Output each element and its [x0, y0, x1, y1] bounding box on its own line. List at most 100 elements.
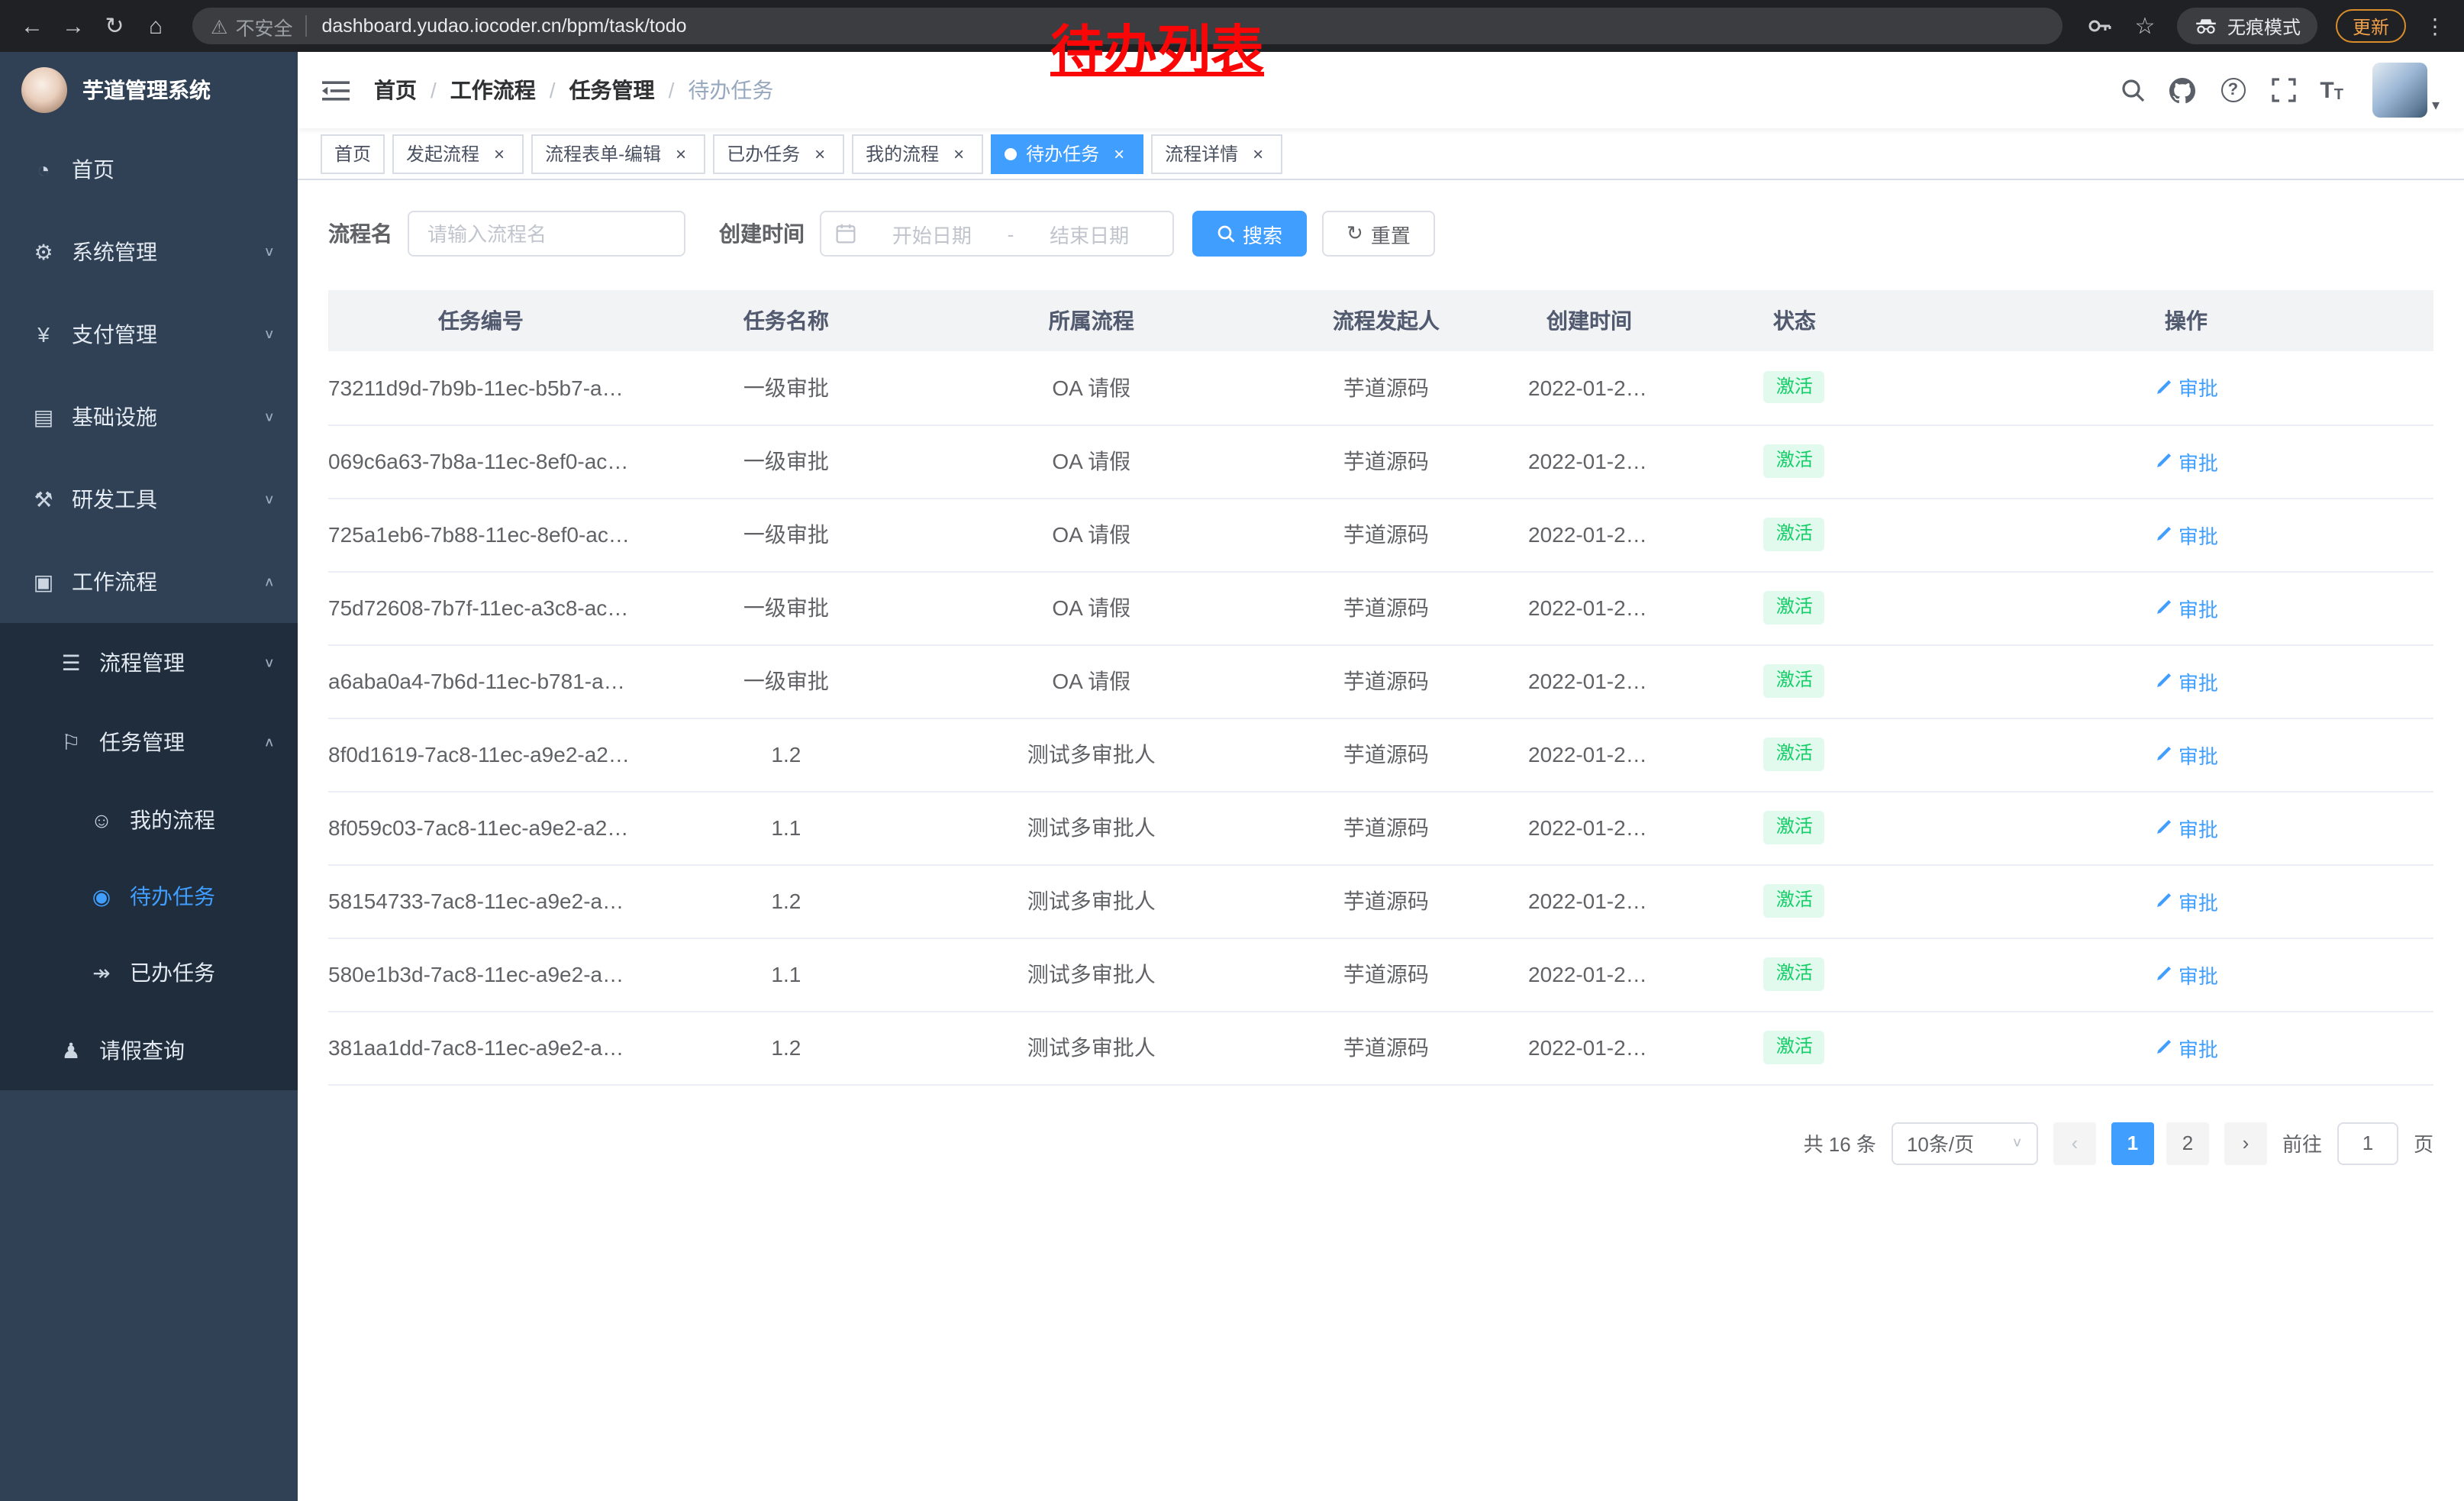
- breadcrumb-item[interactable]: 任务管理: [569, 75, 655, 105]
- browser-back-icon[interactable]: ←: [18, 13, 46, 39]
- sidebar-menu-item[interactable]: ☰ 流程管理 ∨: [0, 623, 298, 702]
- cell-process: 测试多审批人: [939, 1011, 1244, 1084]
- sidebar-menu-item[interactable]: ▣ 工作流程 ∧: [0, 541, 298, 623]
- edit-icon: [2154, 672, 2172, 690]
- tab-close-icon[interactable]: ×: [1108, 143, 1130, 164]
- sidebar-logo[interactable]: 芋道管理系统: [0, 52, 298, 128]
- browser-reload-icon[interactable]: ↻: [101, 12, 128, 40]
- key-icon[interactable]: [2085, 12, 2113, 40]
- prev-page-button[interactable]: ‹: [2053, 1122, 2096, 1164]
- table-header-cell: 创建时间: [1528, 290, 1650, 351]
- approve-link[interactable]: 审批: [2154, 813, 2218, 842]
- sidebar-menu-item[interactable]: ☺ 我的流程: [0, 782, 298, 858]
- help-icon[interactable]: ?: [2219, 76, 2246, 104]
- approve-link[interactable]: 审批: [2154, 1033, 2218, 1062]
- sidebar-menu-item[interactable]: ⚐ 任务管理 ∧: [0, 702, 298, 782]
- browser-menu-icon[interactable]: ⋮: [2424, 13, 2446, 39]
- approve-link[interactable]: 审批: [2154, 373, 2218, 402]
- pagination: 共 16 条 10条/页 ∨ ‹ 12 › 前往 页: [328, 1122, 2433, 1164]
- user-avatar[interactable]: [2372, 63, 2427, 118]
- approve-link[interactable]: 审批: [2154, 520, 2218, 549]
- table-row: 75d72608-7b7f-11ec-a3c8-acde48001122 一级审…: [328, 571, 2433, 644]
- sidebar-menu-item[interactable]: ¥ 支付管理 ∨: [0, 293, 298, 376]
- sidebar-menu-item[interactable]: ◔ 首页: [0, 128, 298, 211]
- sidebar-menu-item[interactable]: ⚙ 系统管理 ∨: [0, 211, 298, 293]
- table-header-cell: 流程发起人: [1244, 290, 1528, 351]
- tab-close-icon[interactable]: ×: [670, 143, 692, 164]
- fullscreen-icon[interactable]: [2269, 76, 2297, 104]
- reset-button[interactable]: ↻ 重置: [1322, 211, 1435, 257]
- tab[interactable]: 已办任务 ×: [713, 134, 844, 173]
- sidebar-menu-item[interactable]: ♟ 请假查询: [0, 1011, 298, 1090]
- tab[interactable]: 发起流程 ×: [392, 134, 524, 173]
- cell-create-time: 2022-01-22 20:33:10: [1528, 571, 1650, 644]
- github-icon[interactable]: [2169, 76, 2196, 104]
- tab[interactable]: 流程详情 ×: [1151, 134, 1282, 173]
- cell-starter: 芋道源码: [1244, 791, 1528, 864]
- end-date-placeholder[interactable]: 结束日期: [1020, 219, 1159, 248]
- tab-close-icon[interactable]: ×: [809, 143, 830, 164]
- approve-link[interactable]: 审批: [2154, 886, 2218, 915]
- breadcrumb-item[interactable]: 首页: [374, 75, 417, 105]
- start-date-placeholder[interactable]: 开始日期: [863, 219, 1001, 248]
- cell-create-time: 2022-01-21 22:42:23: [1528, 864, 1650, 938]
- browser-forward-icon[interactable]: →: [60, 13, 87, 39]
- cell-action: 审批: [1939, 791, 2433, 864]
- cell-task-name: 1.2: [634, 1011, 939, 1084]
- screen: ← → ↻ ⌂ ⚠ 不安全 dashboard.yudao.iocoder.cn…: [0, 0, 2464, 1501]
- sidebar-menu-item[interactable]: ◉ 待办任务: [0, 858, 298, 934]
- tab-label: 待办任务: [1026, 140, 1099, 166]
- cell-status: 激活: [1650, 864, 1939, 938]
- sidebar-menu-item[interactable]: ▤ 基础设施 ∨: [0, 376, 298, 458]
- update-button[interactable]: 更新: [2336, 9, 2406, 43]
- sidebar-menu-item[interactable]: ⚒ 研发工具 ∨: [0, 458, 298, 541]
- page-size-select[interactable]: 10条/页 ∨: [1892, 1122, 2038, 1164]
- cell-starter: 芋道源码: [1244, 351, 1528, 424]
- cell-task-name: 一级审批: [634, 498, 939, 571]
- cell-process: 测试多审批人: [939, 938, 1244, 1011]
- cell-create-time: 2022-01-21 22:43:55: [1528, 791, 1650, 864]
- tab-close-icon[interactable]: ×: [1247, 143, 1269, 164]
- tab[interactable]: 我的流程 ×: [852, 134, 983, 173]
- process-manage-icon: ☰: [58, 650, 84, 676]
- hamburger-icon[interactable]: [322, 79, 350, 102]
- tab-close-icon[interactable]: ×: [948, 143, 969, 164]
- page-number-button[interactable]: 2: [2166, 1122, 2209, 1164]
- navbar-actions: ? TT ▾: [2118, 63, 2440, 118]
- next-page-button[interactable]: ›: [2224, 1122, 2267, 1164]
- cell-status: 激活: [1650, 571, 1939, 644]
- cell-action: 审批: [1939, 571, 2433, 644]
- search-button[interactable]: 搜索: [1192, 211, 1307, 257]
- breadcrumb-item[interactable]: 工作流程: [450, 75, 536, 105]
- total-count: 共 16 条: [1804, 1128, 1876, 1157]
- tab-label: 首页: [334, 140, 371, 166]
- approve-link[interactable]: 审批: [2154, 447, 2218, 476]
- chevron-icon: ∨: [263, 656, 275, 670]
- page-number-button[interactable]: 1: [2111, 1122, 2154, 1164]
- tab[interactable]: 首页: [321, 134, 385, 173]
- cell-task-name: 1.2: [634, 864, 939, 938]
- approve-link[interactable]: 审批: [2154, 667, 2218, 696]
- security-chip[interactable]: ⚠ 不安全: [211, 11, 292, 40]
- sidebar-menu-item[interactable]: ↠ 已办任务: [0, 934, 298, 1011]
- status-badge: 激活: [1764, 445, 1825, 477]
- search-icon[interactable]: [2118, 76, 2146, 104]
- goto-page-input[interactable]: [2337, 1122, 2398, 1164]
- approve-link[interactable]: 审批: [2154, 740, 2218, 769]
- cell-create-time: 2022-01-21 22:42:23: [1528, 938, 1650, 1011]
- font-size-icon[interactable]: TT: [2320, 77, 2343, 103]
- address-bar[interactable]: ⚠ 不安全 dashboard.yudao.iocoder.cn/bpm/tas…: [192, 8, 2062, 44]
- bookmark-star-icon[interactable]: ☆: [2131, 12, 2159, 40]
- chevron-icon: ∧: [263, 735, 275, 750]
- chevron-icon: ∨: [263, 492, 275, 507]
- tab-close-icon[interactable]: ×: [489, 143, 510, 164]
- table-row: 381aa1dd-7ac8-11ec-a9e2-a2380e71991a 1.2…: [328, 1011, 2433, 1084]
- tab[interactable]: 待办任务 ×: [991, 134, 1143, 173]
- user-menu[interactable]: ▾: [2372, 63, 2440, 118]
- date-range-picker[interactable]: 开始日期 - 结束日期: [820, 211, 1174, 257]
- approve-link[interactable]: 审批: [2154, 593, 2218, 622]
- browser-home-icon[interactable]: ⌂: [142, 13, 169, 39]
- process-name-input[interactable]: [408, 211, 685, 257]
- approve-link[interactable]: 审批: [2154, 960, 2218, 989]
- tab[interactable]: 流程表单-编辑 ×: [531, 134, 705, 173]
